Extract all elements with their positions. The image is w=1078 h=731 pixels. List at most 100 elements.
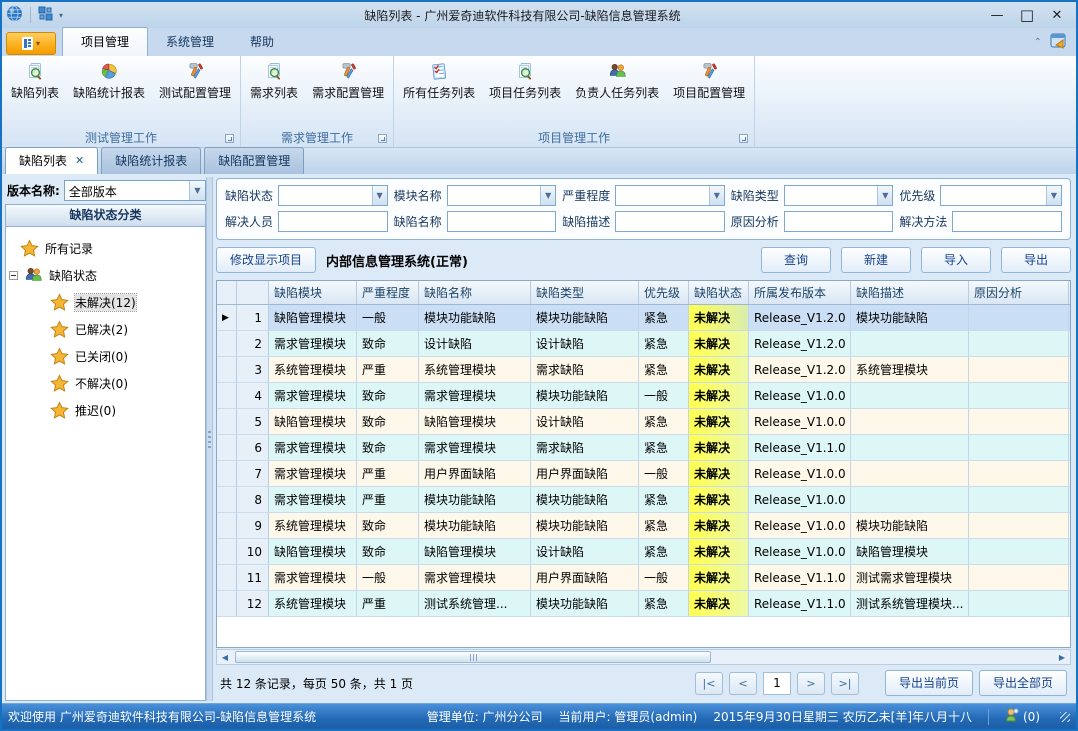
filter-combo[interactable]: ▼ (615, 185, 725, 206)
filter-combo[interactable]: ▼ (447, 185, 557, 206)
ribbon-button-负责人任务列表[interactable]: 负责人任务列表 (568, 59, 666, 101)
action-button-新建[interactable]: 新建 (841, 247, 911, 273)
doc-tab-缺陷统计报表[interactable]: 缺陷统计报表 (101, 147, 201, 174)
chevron-down-icon[interactable]: ▼ (372, 186, 387, 205)
page-number-input[interactable]: 1 (763, 672, 791, 695)
table-row[interactable]: ▶1缺陷管理模块一般模块功能缺陷模块功能缺陷紧急未解决Release_V1.2.… (217, 305, 1070, 331)
dialog-launcher-icon[interactable] (225, 134, 234, 143)
close-button[interactable]: ✕ (1042, 4, 1072, 26)
customize-grid-icon[interactable] (38, 6, 53, 24)
prev-page-button[interactable]: < (729, 672, 757, 695)
collapse-ribbon-icon[interactable]: ⌃ (1034, 37, 1042, 48)
tree-node[interactable]: 不解决(0) (6, 370, 205, 397)
action-button-导出[interactable]: 导出 (1001, 247, 1071, 273)
row-number: 9 (237, 513, 269, 538)
cell-severity: 致命 (357, 435, 419, 460)
table-row[interactable]: 7需求管理模块严重用户界面缺陷用户界面缺陷一般未解决Release_V1.0.0 (217, 461, 1070, 487)
chevron-down-icon[interactable]: ▼ (877, 186, 892, 205)
chevron-down-icon[interactable]: ▼ (189, 181, 205, 200)
modify-columns-button[interactable]: 修改显示项目 (216, 247, 316, 273)
doc-tab-缺陷列表[interactable]: 缺陷列表✕ (5, 147, 98, 174)
scroll-right-icon[interactable]: ▶ (1054, 650, 1070, 664)
ribbon-button-缺陷统计报表[interactable]: 缺陷统计报表 (66, 59, 152, 101)
column-header-priority[interactable]: 优先级 (639, 281, 689, 304)
table-row[interactable]: 4需求管理模块致命需求管理模块模块功能缺陷一般未解决Release_V1.0.0 (217, 383, 1070, 409)
column-header-desc[interactable]: 缺陷描述 (851, 281, 969, 304)
cell-cause (969, 565, 1069, 590)
table-row[interactable]: 10缺陷管理模块致命缺陷管理模块设计缺陷紧急未解决Release_V1.0.0缺… (217, 539, 1070, 565)
filter-combo[interactable]: ▼ (940, 185, 1062, 206)
first-page-button[interactable]: |< (695, 672, 723, 695)
last-page-button[interactable]: >| (831, 672, 859, 695)
column-header-status[interactable]: 缺陷状态 (689, 281, 749, 304)
table-row[interactable]: 6需求管理模块致命需求管理模块需求缺陷紧急未解决Release_V1.1.0 (217, 435, 1070, 461)
help-icon[interactable] (1050, 33, 1068, 52)
table-row[interactable]: 3系统管理模块严重系统管理模块需求缺陷紧急未解决Release_V1.2.0系统… (217, 357, 1070, 383)
ribbon-tab-系统管理[interactable]: 系统管理 (148, 28, 232, 56)
dialog-launcher-icon[interactable] (378, 134, 387, 143)
column-header-release[interactable]: 所属发布版本 (749, 281, 851, 304)
doc-tab-缺陷配置管理[interactable]: 缺陷配置管理 (204, 147, 304, 174)
app-globe-icon[interactable] (6, 5, 23, 25)
ribbon-button-项目配置管理[interactable]: 项目配置管理 (666, 59, 752, 101)
table-row[interactable]: 9系统管理模块致命模块功能缺陷模块功能缺陷紧急未解决Release_V1.0.0… (217, 513, 1070, 539)
ribbon-tab-项目管理[interactable]: 项目管理 (62, 27, 148, 56)
scroll-left-icon[interactable]: ◀ (217, 650, 233, 664)
ribbon-button-项目任务列表[interactable]: 项目任务列表 (482, 59, 568, 101)
table-row[interactable]: 12系统管理模块严重测试系统管理...模块功能缺陷紧急未解决Release_V1… (217, 591, 1070, 617)
tree-node[interactable]: 推迟(0) (6, 397, 205, 424)
scrollbar-thumb[interactable] (235, 651, 711, 663)
filter-input[interactable] (784, 211, 894, 232)
column-header-method[interactable]: 解决方法 (1069, 281, 1071, 304)
column-header-module[interactable]: 缺陷模块 (269, 281, 357, 304)
column-header-cause[interactable]: 原因分析 (969, 281, 1069, 304)
maximize-button[interactable]: □ (1012, 4, 1042, 26)
filter-combo[interactable]: ▼ (784, 185, 894, 206)
export-current-page-button[interactable]: 导出当前页 (885, 670, 973, 696)
close-tab-icon[interactable]: ✕ (75, 154, 84, 167)
tree-node[interactable]: 已解决(2) (6, 316, 205, 343)
tree-node[interactable]: 已关闭(0) (6, 343, 205, 370)
column-header-severity[interactable]: 严重程度 (357, 281, 419, 304)
ribbon-tab-帮助[interactable]: 帮助 (232, 28, 292, 56)
tree-node[interactable]: 未解决(12) (6, 289, 205, 316)
column-header-num[interactable] (237, 281, 269, 304)
resize-grip[interactable] (1060, 712, 1070, 722)
cell-module: 需求管理模块 (269, 383, 357, 408)
action-button-查询[interactable]: 查询 (761, 247, 831, 273)
column-header-name[interactable]: 缺陷名称 (419, 281, 531, 304)
ribbon-button-需求列表[interactable]: 需求列表 (243, 59, 305, 101)
ribbon-button-需求配置管理[interactable]: 需求配置管理 (305, 59, 391, 101)
column-header-indicator[interactable] (217, 281, 237, 304)
version-combo[interactable]: 全部版本 ▼ (64, 180, 206, 201)
action-button-导入[interactable]: 导入 (921, 247, 991, 273)
application-menu-button[interactable]: ▾ (6, 32, 56, 55)
table-row[interactable]: 5缺陷管理模块致命缺陷管理模块设计缺陷紧急未解决Release_V1.0.0 (217, 409, 1070, 435)
table-row[interactable]: 2需求管理模块致命设计缺陷设计缺陷紧急未解决Release_V1.2.0 (217, 331, 1070, 357)
next-page-button[interactable]: > (797, 672, 825, 695)
table-row[interactable]: 11需求管理模块一般需求管理模块用户界面缺陷一般未解决Release_V1.1.… (217, 565, 1070, 591)
horizontal-scrollbar[interactable]: ◀ ▶ (216, 649, 1071, 665)
ribbon-button-测试配置管理[interactable]: 测试配置管理 (152, 59, 238, 101)
splitter-handle[interactable] (206, 177, 213, 701)
export-all-pages-button[interactable]: 导出全部页 (979, 670, 1067, 696)
filter-combo[interactable]: ▼ (278, 185, 388, 206)
dialog-launcher-icon[interactable] (739, 134, 748, 143)
filter-input[interactable] (447, 211, 557, 232)
tree-node-label: 未解决(12) (75, 294, 136, 311)
collapse-node-icon[interactable] (9, 271, 18, 280)
ribbon-button-缺陷列表[interactable]: 缺陷列表 (4, 59, 66, 101)
filter-input[interactable] (278, 211, 388, 232)
ribbon-button-所有任务列表[interactable]: 所有任务列表 (396, 59, 482, 101)
tree-node[interactable]: 缺陷状态 (6, 262, 205, 289)
tree-node[interactable]: 所有记录 (6, 235, 205, 262)
chevron-down-icon[interactable]: ▼ (709, 186, 724, 205)
chevron-down-icon[interactable]: ▼ (540, 186, 555, 205)
column-header-type[interactable]: 缺陷类型 (531, 281, 639, 304)
chevron-down-icon[interactable]: ▼ (1046, 186, 1061, 205)
scrollbar-track[interactable] (233, 650, 1054, 664)
minimize-button[interactable]: — (982, 4, 1012, 26)
table-row[interactable]: 8需求管理模块严重模块功能缺陷模块功能缺陷紧急未解决Release_V1.0.0 (217, 487, 1070, 513)
filter-input[interactable] (952, 211, 1062, 232)
filter-input[interactable] (615, 211, 725, 232)
